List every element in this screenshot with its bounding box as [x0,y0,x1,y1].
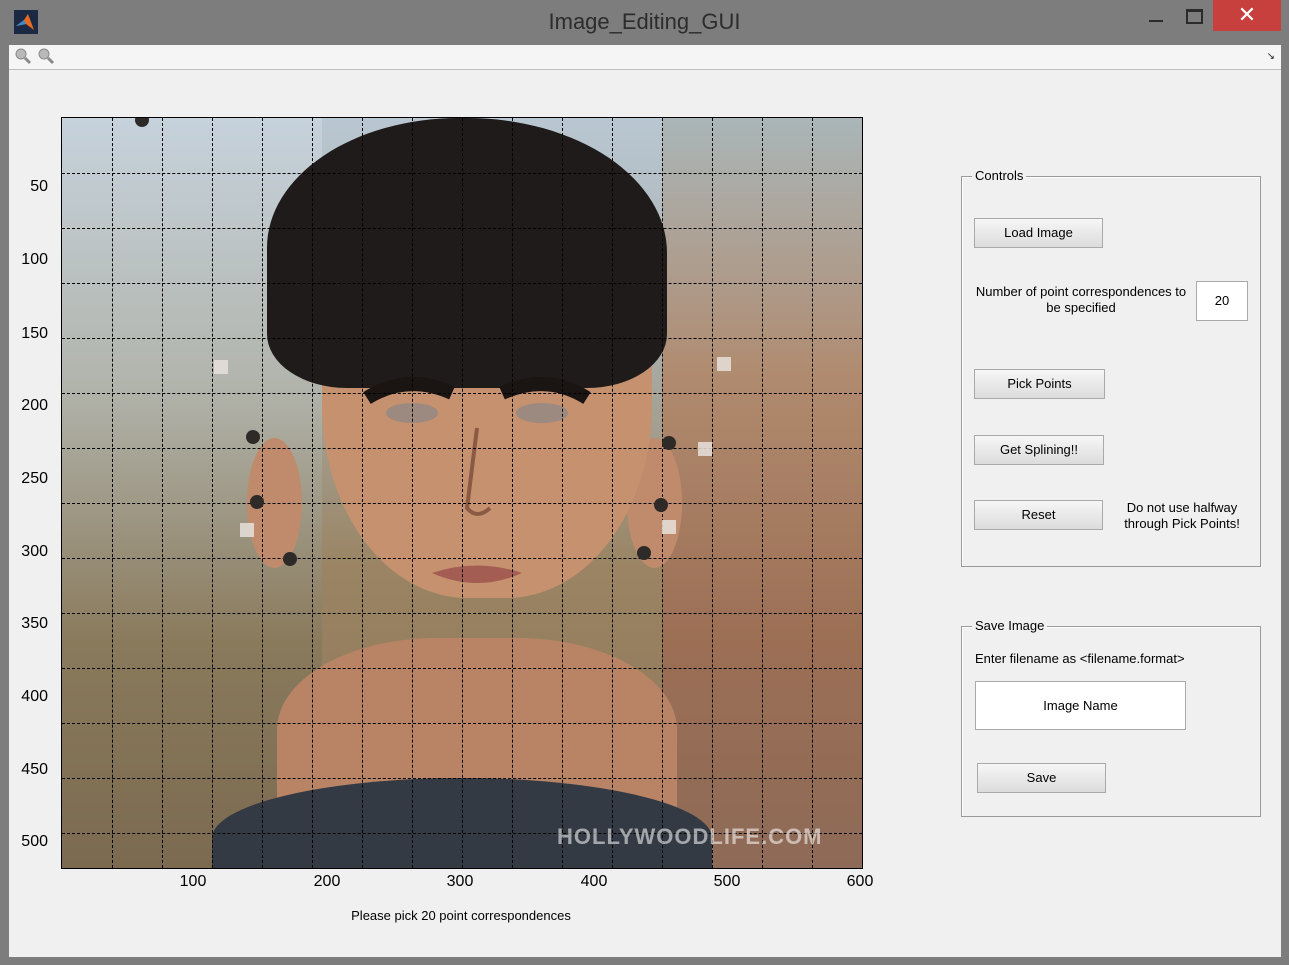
x-tick-label: 300 [446,873,474,890]
grid-line [62,558,862,559]
grid-line [62,503,862,504]
maximize-button[interactable] [1174,0,1212,30]
grid-line [362,118,363,868]
controls-panel-title: Controls [972,168,1027,183]
grid-line [562,118,563,868]
grid-line [62,778,862,779]
filename-instruction: Enter filename as <filename.format> [975,651,1185,666]
picked-point-marker[interactable] [246,430,260,444]
window-title: Image_Editing_GUI [548,9,741,34]
grid-line [512,118,513,868]
pick-points-button[interactable]: Pick Points [974,369,1105,399]
num-points-input[interactable]: 20 [1196,281,1248,321]
y-tick-label: 100 [21,251,48,268]
x-tick-label: 400 [580,873,608,890]
status-text: Please pick 20 point correspondences [351,908,571,923]
target-point-marker[interactable] [717,357,731,371]
save-button[interactable]: Save [977,763,1106,793]
target-point-marker[interactable] [214,360,228,374]
grid-line [62,283,862,284]
dock-arrow-icon[interactable]: ↘ [1267,51,1275,62]
target-point-marker[interactable] [240,523,254,537]
image-axes[interactable]: HOLLYWOODLIFE.COM [61,117,863,869]
grid-line [62,668,862,669]
target-point-marker[interactable] [698,442,712,456]
target-point-marker[interactable] [662,520,676,534]
picked-point-marker[interactable] [250,495,264,509]
app-window: Image_Editing_GUI ✕ ↘ HOLLYWOODLIFE.COM … [0,0,1289,965]
grid-line [312,118,313,868]
y-tick-label: 500 [21,833,48,850]
minimize-button[interactable] [1136,0,1174,30]
picked-point-marker[interactable] [637,546,651,560]
grid-line [412,118,413,868]
x-tick-label: 100 [179,873,207,890]
grid-line [62,338,862,339]
grid-line [662,118,663,868]
y-tick-label: 50 [30,178,48,195]
y-tick-label: 400 [21,688,48,705]
face-features [363,377,591,583]
y-tick-label: 200 [21,397,48,414]
grid-line [62,173,862,174]
grid-line [212,118,213,868]
filename-input[interactable]: Image Name [975,681,1186,730]
grid-line [62,448,862,449]
grid-line [62,613,862,614]
get-splining-button[interactable]: Get Splining!! [974,435,1104,465]
grid-line [762,118,763,868]
close-button[interactable]: ✕ [1213,0,1281,31]
y-tick-label: 300 [21,543,48,560]
x-tick-label: 200 [313,873,341,890]
grid-line [812,118,813,868]
y-tick-label: 150 [21,325,48,342]
save-image-panel: Save Image Enter filename as <filename.f… [961,618,1261,817]
picked-point-marker[interactable] [283,552,297,566]
x-tick-label: 600 [846,873,874,890]
title-bar[interactable]: Image_Editing_GUI ✕ [0,0,1289,45]
grid-line [62,723,862,724]
grid-line [712,118,713,868]
zoom-out-icon[interactable] [37,47,55,65]
load-image-button[interactable]: Load Image [974,218,1103,248]
grid-line [62,393,862,394]
image-watermark: HOLLYWOODLIFE.COM [557,824,823,849]
y-tick-label: 450 [21,761,48,778]
figure-toolbar: ↘ [9,45,1281,70]
grid-line [162,118,163,868]
grid-line [612,118,613,868]
grid-line [462,118,463,868]
grid-line [112,118,113,868]
picked-point-marker[interactable] [654,498,668,512]
grid-line [62,228,862,229]
x-tick-label: 500 [713,873,741,890]
save-panel-title: Save Image [972,618,1048,633]
y-tick-label: 250 [21,470,48,487]
grid-line [262,118,263,868]
image-hair [267,118,667,388]
reset-warning-label: Do not use halfway through Pick Points! [1124,500,1240,531]
y-tick-label: 350 [21,615,48,632]
reset-button[interactable]: Reset [974,500,1103,530]
controls-panel: Controls Load Image Number of point corr… [961,168,1261,567]
zoom-in-icon[interactable] [14,47,32,65]
num-points-label: Number of point correspondences to be sp… [975,284,1187,315]
figure-client-area: ↘ HOLLYWOODLIFE.COM 50 100 150 200 250 3… [9,45,1281,957]
picked-point-marker[interactable] [662,436,676,450]
